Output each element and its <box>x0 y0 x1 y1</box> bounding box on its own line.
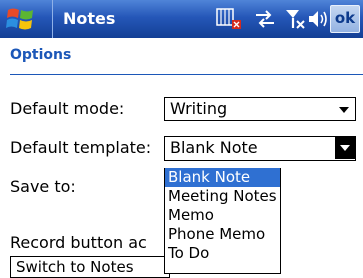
list-item[interactable]: Blank Note <box>165 168 280 187</box>
default-template-value: Blank Note <box>170 138 258 157</box>
title-bar: Notes ok <box>0 0 363 38</box>
connectivity-arrows-icon[interactable] <box>252 6 278 32</box>
keyboard-input-icon[interactable] <box>214 6 244 32</box>
record-button-value: Switch to Notes <box>16 258 134 276</box>
dropdown-toggle[interactable] <box>335 137 355 159</box>
chevron-down-icon[interactable] <box>339 107 349 113</box>
record-button-select[interactable]: Switch to Notes <box>10 256 170 278</box>
chevron-down-icon <box>340 145 350 151</box>
default-mode-select[interactable]: Writing <box>164 97 356 121</box>
volume-icon[interactable] <box>307 6 329 32</box>
list-item[interactable]: Memo <box>165 206 280 225</box>
signal-off-icon[interactable] <box>283 6 307 32</box>
app-title: Notes <box>52 0 115 38</box>
windows-flag-icon[interactable] <box>4 4 42 34</box>
default-template-select[interactable]: Blank Note <box>164 136 356 161</box>
template-dropdown-list: Blank Note Meeting Notes Memo Phone Memo… <box>164 168 281 274</box>
list-item[interactable]: Phone Memo <box>165 225 280 244</box>
default-template-label: Default template: <box>10 138 152 157</box>
ok-button[interactable]: ok <box>330 5 360 33</box>
default-mode-label: Default mode: <box>10 99 125 118</box>
list-item[interactable]: Meeting Notes <box>165 187 280 206</box>
header-divider <box>10 74 363 75</box>
list-item[interactable]: To Do <box>165 244 280 263</box>
save-to-label: Save to: <box>10 177 76 196</box>
default-mode-value: Writing <box>170 99 228 118</box>
page-title: Options <box>10 47 72 63</box>
record-button-label: Record button ac <box>10 233 147 252</box>
